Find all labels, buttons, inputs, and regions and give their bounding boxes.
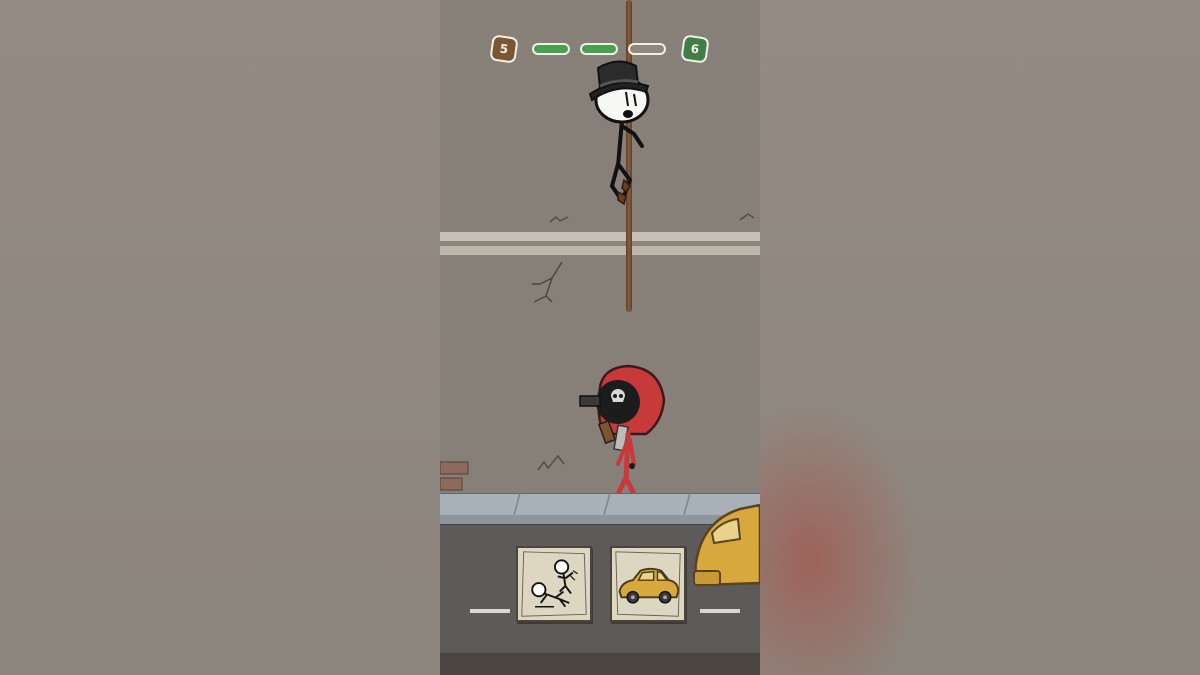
stage-1-indicator (532, 43, 570, 55)
stage-3-indicator (628, 43, 666, 55)
yellow-car-icon (615, 551, 681, 617)
stage-2-indicator (580, 43, 618, 55)
player-henry-stickmin (588, 60, 650, 206)
stickman-falling-icon (521, 551, 587, 617)
next-level-badge: 6 (680, 34, 710, 64)
choice-fall-on-guard-button[interactable] (516, 546, 592, 622)
level-progress-hud: 5 6 (440, 34, 760, 64)
choice-options (516, 546, 688, 624)
wall-stripe (440, 232, 760, 255)
current-level-badge: 5 (489, 34, 519, 64)
game-viewport: 5 6 (440, 0, 760, 675)
choice-car-button[interactable] (610, 546, 686, 622)
